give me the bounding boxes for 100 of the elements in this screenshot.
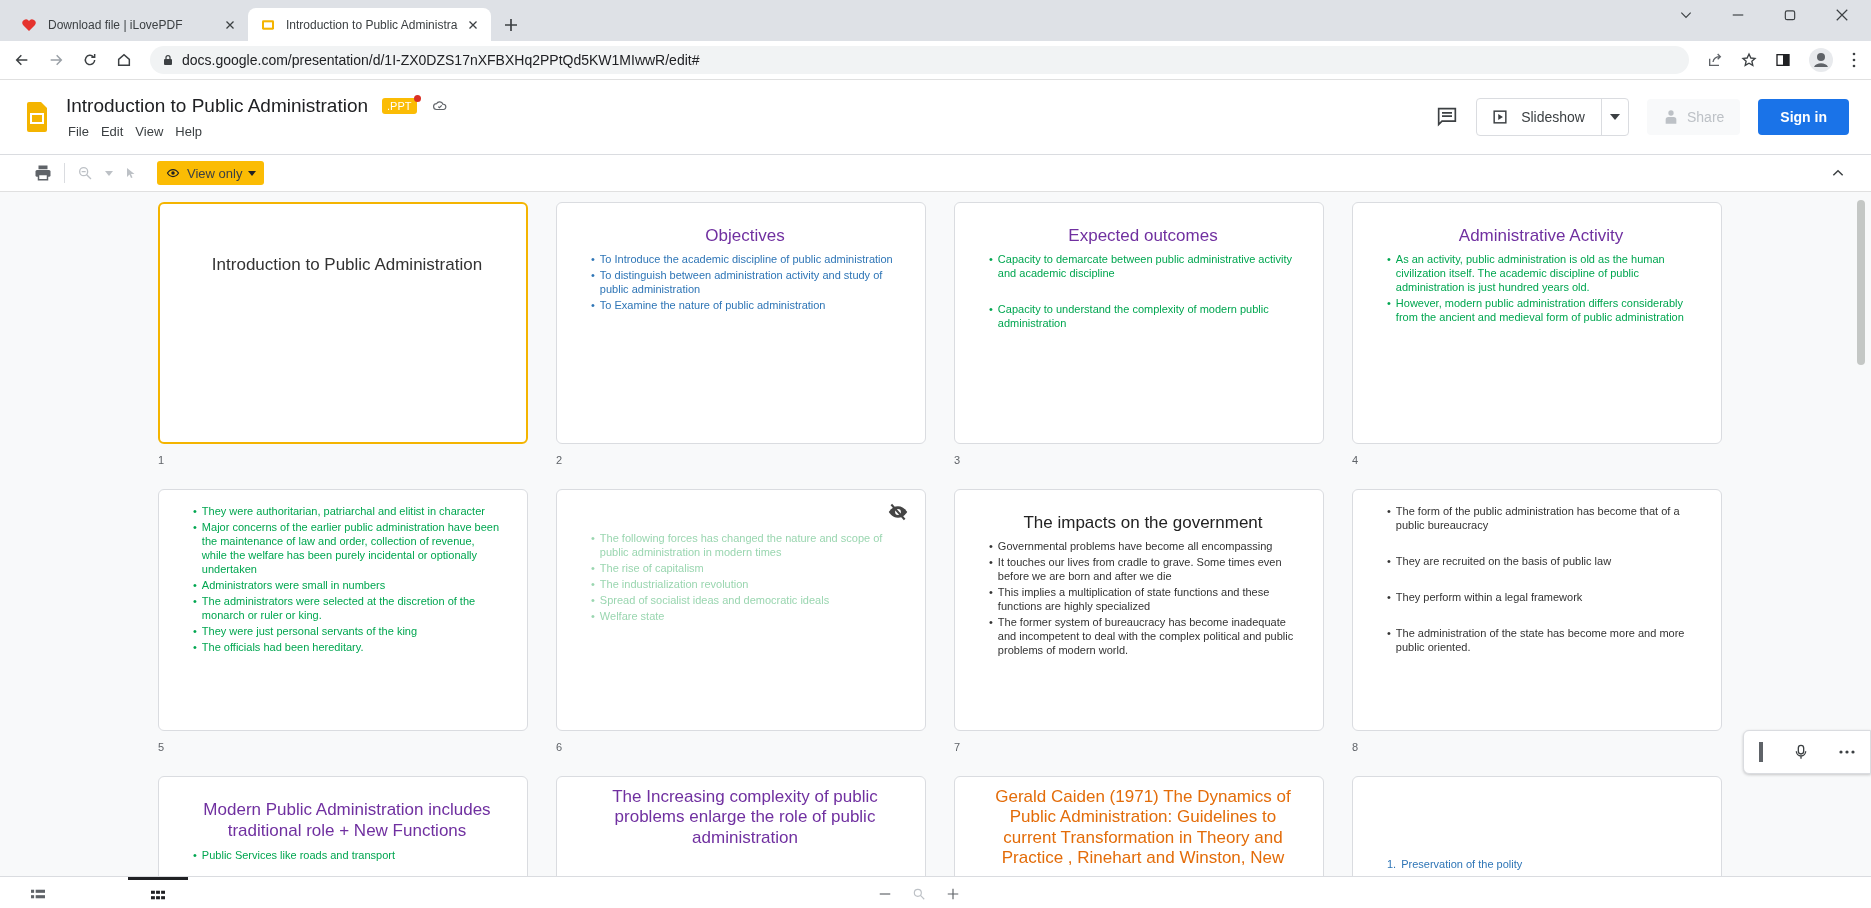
slide-thumbnail[interactable]: Introduction to Public Administration	[158, 202, 528, 444]
bullet: 1.	[1387, 857, 1397, 871]
profile-icon[interactable]	[1809, 48, 1833, 72]
bullet-text: Welfare state	[599, 609, 665, 623]
mic-icon[interactable]	[1793, 742, 1809, 762]
bullet-text: However, modern public administration differs considerably from the ancient and medieval form of public administration	[1395, 296, 1685, 325]
bullet-text: Governmental problems have become all encompassing	[997, 539, 1273, 554]
bullet-text: Major concerns of the earlier public administration have been the maintenance of law and order, collection of revenue, while the welfare has been purely incidental or optionally undertaken	[201, 520, 501, 576]
slide-title: Gerald Caiden (1971) The Dynamics of Public Administration: Guidelines to current Transformation in Theory and Practice , Rinehart and Winston, New	[994, 787, 1292, 869]
bullet: •	[989, 539, 993, 554]
url-text: docs.google.com/presentation/d/1I-ZX0DZS17nXFBXHq2PPtQd5KW1MIwwR/edit#	[182, 52, 700, 68]
bullet-text: Capacity to understand the complexity of modern public administration	[997, 302, 1270, 331]
bullet: •	[591, 609, 595, 623]
browser-tab[interactable]: Introduction to Public Administra	[248, 8, 492, 41]
bullet-text: The officials had been hereditary.	[201, 640, 364, 654]
scrollbar[interactable]	[1857, 200, 1865, 365]
bullet-text: Spread of socialist ideas and democratic ideals	[599, 593, 830, 607]
menu-item[interactable]: Edit	[98, 122, 126, 140]
bullet: •	[989, 302, 993, 318]
bullet-text: It touches our lives from cradle to grave. Some times even before we are born and after we die	[997, 555, 1283, 584]
caret-icon	[105, 170, 113, 176]
bullet: •	[193, 624, 197, 638]
bullet-text: They were just personal servants of the king	[201, 624, 418, 638]
restore-icon[interactable]	[1783, 7, 1797, 22]
bullet: •	[989, 585, 993, 601]
side-panel-icon[interactable]	[1775, 52, 1791, 68]
bullet: •	[591, 268, 595, 284]
close-icon[interactable]	[467, 18, 480, 31]
cloud-icon	[430, 98, 449, 113]
bullet: •	[1387, 296, 1391, 312]
bullet: •	[1387, 590, 1391, 604]
home-icon[interactable]	[116, 52, 132, 68]
sign-in-button[interactable]: Sign in	[1758, 99, 1849, 135]
caret-icon	[1609, 114, 1620, 120]
address-bar[interactable]: docs.google.com/presentation/d/1I-ZX0DZS17nXFBXHq2PPtQd5KW1MIwwR/edit#	[150, 46, 1689, 74]
bullet: •	[193, 520, 197, 535]
more-icon[interactable]	[1839, 750, 1855, 754]
bullet-text: Preservation of the polity	[1401, 857, 1523, 871]
slide-thumbnail[interactable]: Expected outcomes • Capacity to demarcate between public administrative activity and academic discipline • Capacity to understand the complexity of modern public administration	[954, 202, 1324, 444]
browser-tab[interactable]: Download file | iLovePDF	[8, 8, 248, 41]
bullet: •	[193, 578, 197, 592]
bullet-text: They perform within a legal framework	[1395, 590, 1583, 604]
bullet-text: The industrialization revolution	[599, 577, 749, 591]
slide-thumbnail[interactable]: The Increasing complexity of public problems enlarge the role of public administration	[556, 776, 926, 876]
back-icon[interactable]	[14, 52, 30, 68]
slide-title: Expected outcomes	[1067, 225, 1219, 247]
document-title: Introduction to Public Administration	[66, 94, 369, 117]
menu-item[interactable]: File	[66, 122, 91, 140]
slides-logo-icon	[26, 102, 48, 132]
close-icon[interactable]	[224, 18, 236, 31]
share-icon[interactable]	[1707, 52, 1723, 68]
grid-icon	[151, 890, 165, 900]
bullet: •	[591, 561, 595, 575]
new-tab-icon[interactable]	[503, 17, 520, 33]
bullet: •	[193, 640, 197, 654]
play-icon	[1493, 110, 1508, 124]
menu-item[interactable]: View	[133, 122, 166, 140]
slide-number: 1	[158, 454, 165, 466]
bullet: •	[193, 594, 197, 609]
bullet-text: The administration of the state has become more and more public oriented.	[1395, 626, 1686, 654]
slide-thumbnail[interactable]: 1. Preservation of the polity	[1352, 776, 1722, 876]
more-icon[interactable]	[1851, 52, 1857, 68]
comments-icon[interactable]	[1436, 107, 1459, 127]
bullet: •	[989, 252, 993, 268]
slide-number: 5	[158, 741, 165, 753]
bullet-text: The administrators were selected at the discretion of the monarch or ruler or king.	[201, 594, 477, 622]
star-icon[interactable]	[1741, 52, 1757, 68]
reload-icon[interactable]	[82, 52, 98, 68]
bullet: •	[1387, 252, 1391, 268]
slide-title: Objectives	[704, 225, 786, 247]
bullet-text: They are recruited on the basis of public law	[1395, 554, 1612, 568]
bullet: •	[193, 504, 197, 518]
bullet-text: Capacity to demarcate between public administrative activity and academic discipline	[997, 252, 1293, 281]
lock-icon	[162, 54, 174, 66]
bullet: •	[591, 577, 595, 591]
close-icon[interactable]	[1835, 7, 1849, 22]
slide-title: Introduction to Public Administration	[211, 254, 483, 276]
bullet-text: The following forces has changed the nature and scope of public administration in modern times	[599, 531, 884, 559]
slide-thumbnail[interactable]	[1352, 489, 1722, 731]
bullet-text: This implies a multiplication of state functions and these functions are highly specialized	[997, 585, 1271, 614]
bullet: •	[989, 615, 993, 631]
bullet: •	[591, 298, 595, 313]
slide-thumbnail[interactable]	[556, 202, 926, 444]
slide-number: 7	[954, 741, 961, 753]
menu-item[interactable]: Help	[173, 122, 205, 140]
bullet-text: To distinguish between administration activity and study of public administration	[599, 268, 884, 297]
bullet-text: The former system of bureaucracy has become inadequate and incompetent to deal with the complex political and public problems of modern world.	[997, 615, 1295, 658]
bullet-text: The rise of capitalism	[599, 561, 704, 575]
slide-thumbnail[interactable]	[158, 489, 528, 731]
bullet-text: The form of the public administration has become that of a public bureaucracy	[1395, 504, 1681, 532]
slide-thumbnail[interactable]	[556, 489, 926, 731]
view-only-button[interactable]: View only	[157, 161, 265, 185]
bullet-text: To Introduce the academic discipline of public administration	[599, 252, 893, 267]
bullet: •	[591, 252, 595, 267]
slide-thumbnail[interactable]	[954, 489, 1324, 731]
slide-thumbnail[interactable]	[1352, 202, 1722, 444]
slide-thumbnail[interactable]: Modern Public Administration includes traditional role + New Functions • Public Services like roads and transport	[158, 776, 528, 876]
print-icon[interactable]	[34, 164, 52, 182]
slide-number: 6	[556, 741, 563, 753]
bullet: •	[989, 555, 993, 571]
